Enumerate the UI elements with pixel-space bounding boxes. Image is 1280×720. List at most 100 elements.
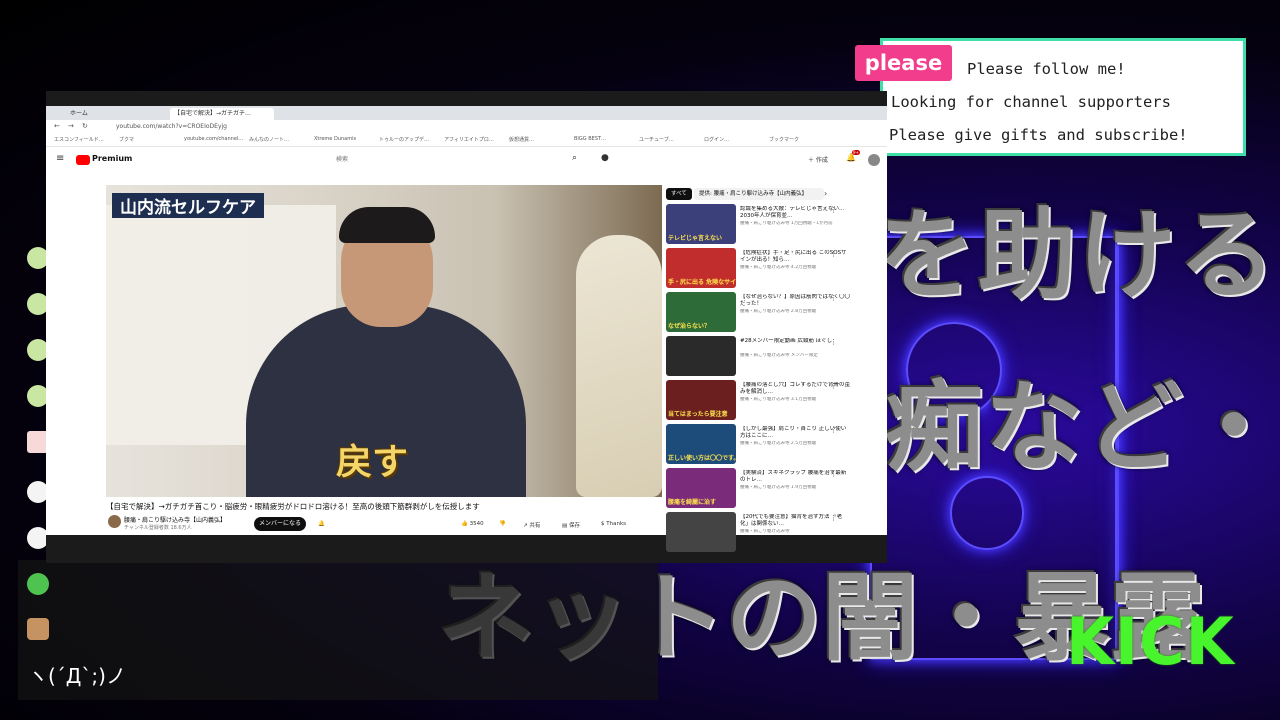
chip-all[interactable]: すべて xyxy=(666,188,692,200)
more-options-icon[interactable]: ⋮ xyxy=(830,382,837,390)
address-bar[interactable]: ← → ↻ youtube.com/watch?v=CROEIoDEyjg xyxy=(46,120,887,134)
bookmark-item[interactable]: 仮想通貨… xyxy=(509,136,534,143)
save-button[interactable]: ▤ 保存 xyxy=(562,521,580,529)
kick-logo: KICK xyxy=(1066,603,1235,680)
chevron-right-icon[interactable]: › xyxy=(824,189,827,198)
background-text-1: を助ける xyxy=(878,199,1279,313)
recommendation-thumbnail[interactable]: 当てはまったら要注意 xyxy=(666,380,736,420)
recommendation-item[interactable]: 腰痛を綺麗に治す 【実験済】スキネクラップ 腰痛を治す最新のトレ… 腰痛・肩こり駆け… xyxy=(666,468,881,510)
frog-emote-icon xyxy=(27,573,49,595)
dislike-icon[interactable]: 👎 xyxy=(499,521,506,527)
recommendation-meta: 腰痛・肩こり駆け込み寺 xyxy=(740,529,790,534)
forward-icon[interactable]: → xyxy=(68,122,74,130)
follow-line-1: Please follow me! xyxy=(967,60,1126,78)
person-hair xyxy=(339,207,435,243)
youtube-header: ≡ Premium 検索 ⌕ ● ＋ 作成 🔔 9+ xyxy=(46,147,887,175)
youtube-logo-icon[interactable] xyxy=(76,155,90,165)
recommendation-thumbnail[interactable]: 正しい使い方は〇〇です。 xyxy=(666,424,736,464)
recommendation-meta: 腰痛・肩こり駆け込み寺 2.5万回視聴 xyxy=(740,441,817,446)
recommendation-thumbnail[interactable]: 手・尻に出る 危険なサイン xyxy=(666,248,736,288)
back-icon[interactable]: ← xyxy=(54,122,60,130)
thumbnail-text: なぜ治らない？ xyxy=(668,323,711,330)
recommendation-item[interactable]: なぜ治らない？ 【なぜ治らない？】原因は筋肉ではなく〇〇だった！ 腰痛・肩こり駆け込… xyxy=(666,292,881,334)
reload-icon[interactable]: ↻ xyxy=(82,122,88,130)
create-button[interactable]: ＋ 作成 xyxy=(808,155,828,164)
recommendation-item[interactable]: 手・尻に出る 危険なサイン 【危険症状】手・足・尻に出る このSOSサインが出る！… xyxy=(666,248,881,290)
stream-canvas: を助ける 痴など・・・ ネットの闇・暴露 ヽ(´Д`;)ノ please Ple… xyxy=(0,0,1280,720)
follow-line-3: Please give gifts and subscribe! xyxy=(889,126,1188,144)
youtube-watch-page: 山内流セルフケア 戻す 【自宅で解決】→ガチガチ首こり・脳疲労・眼精疲労がドロド… xyxy=(46,175,887,552)
tab-video[interactable]: 【自宅で解決】→ガチガチ… xyxy=(170,108,274,120)
thumbnail-text: 腰痛を綺麗に治す xyxy=(668,499,717,506)
join-membership-button[interactable]: メンバーになる xyxy=(254,517,306,531)
video-title: 【自宅で解決】→ガチガチ首こり・脳疲労・眼精疲労がドロドロ溶ける！至高の後頭下筋… xyxy=(106,502,480,511)
recommendation-thumbnail[interactable]: なぜ治らない？ xyxy=(666,292,736,332)
bookmark-item[interactable]: BIGG BEST… xyxy=(574,136,606,142)
recommendation-item[interactable]: 当てはまったら要注意 【腰痛の落とし穴】コレするだけで背骨の歪みを解消し… 腰痛・肩… xyxy=(666,380,881,422)
chip-channel[interactable]: 提供: 腰痛・肩こり駆け込み寺【山内義弘】 xyxy=(694,188,824,200)
bookmark-item[interactable]: みんなのノート… xyxy=(249,136,289,143)
recommendation-meta: 腰痛・肩こり駆け込み寺 3.1万回視聴 xyxy=(740,397,817,402)
recommendation-thumbnail[interactable] xyxy=(666,512,736,552)
bookmark-item[interactable]: youtube.com/channel… xyxy=(184,136,243,142)
bookmark-item[interactable]: ログイン… xyxy=(704,136,729,143)
bookmark-item[interactable]: ユーチューブ… xyxy=(639,136,674,143)
bookmark-item[interactable]: ブクマ xyxy=(119,136,134,143)
more-options-icon[interactable]: ⋮ xyxy=(830,250,837,258)
thumbnail-text: 当てはまったら要注意 xyxy=(668,411,728,418)
more-options-icon[interactable]: ⋮ xyxy=(830,514,837,522)
recommendation-meta: 腰痛・肩こり駆け込み寺 4.2万回視聴 xyxy=(740,265,817,270)
recommendation-thumbnail[interactable] xyxy=(666,336,736,376)
video-player[interactable]: 山内流セルフケア 戻す xyxy=(106,185,662,497)
more-options-icon[interactable]: ⋮ xyxy=(830,470,837,478)
recommendation-meta: 腰痛・肩こり駆け込み寺 1万回視聴・1か月前 xyxy=(740,221,833,226)
bookmark-item[interactable]: ブックマーク xyxy=(769,136,799,143)
recommendation-meta: 腰痛・肩こり駆け込み寺 2.8万回視聴 xyxy=(740,309,817,314)
background-text-2: 痴など・・・ xyxy=(885,371,1280,485)
bookmark-item[interactable]: アフィリエイトプロ… xyxy=(444,136,494,143)
browser-window: ホーム 【自宅で解決】→ガチガチ… ← → ↻ youtube.com/watc… xyxy=(46,91,887,563)
recommendation-thumbnail[interactable]: テレビじゃ言えない xyxy=(666,204,736,244)
menu-icon[interactable]: ≡ xyxy=(56,153,64,164)
bookmark-item[interactable]: エスコンフィールド… xyxy=(54,136,104,143)
more-options-icon[interactable]: ⋮ xyxy=(830,206,837,214)
share-button[interactable]: ↗ 共有 xyxy=(523,521,540,529)
recommendation-item[interactable]: #28メンバー限定動画 広頸筋 ほぐし 腰痛・肩こり駆け込み寺 メンバー限定 ⋮ xyxy=(666,336,881,378)
notification-badge: 9+ xyxy=(852,150,860,155)
bookmark-item[interactable]: トゥルーのアップデ… xyxy=(379,136,429,143)
subscriber-count: チャンネル登録者数 18.6万人 xyxy=(124,525,192,531)
bookmark-item[interactable]: Xtreme Dunamis xyxy=(314,136,356,142)
recommendation-item[interactable]: 正しい使い方は〇〇です。 【しかし最強】肩こり・首こり 正しい使い方はここに… 腰痛… xyxy=(666,424,881,466)
thumbnail-text: 正しい使い方は〇〇です。 xyxy=(668,455,736,462)
channel-name[interactable]: 腰痛・肩こり駆け込み寺【山内義弘】 xyxy=(124,515,226,524)
recommendation-meta: 腰痛・肩こり駆け込み寺 1.9万回視聴 xyxy=(740,485,817,490)
search-icon[interactable]: ⌕ xyxy=(572,153,577,163)
channel-avatar[interactable] xyxy=(108,515,121,528)
bell-icon[interactable]: 🔔 xyxy=(318,521,325,527)
tab-home[interactable]: ホーム xyxy=(70,108,150,120)
bookmarks-bar: エスコンフィールド… ブクマ youtube.com/channel… みんなのノート… xyxy=(46,134,887,147)
youtube-premium-label[interactable]: Premium xyxy=(92,154,132,163)
video-overlay-title: 山内流セルフケア xyxy=(112,193,264,218)
recommendation-thumbnail[interactable]: 腰痛を綺麗に治す xyxy=(666,468,736,508)
recommendation-sidebar: すべて 提供: 腰痛・肩こり駆け込み寺【山内義弘】 › テレビじゃ言えない 認識を… xyxy=(666,175,887,552)
thumbnail-text: テレビじゃ言えない xyxy=(668,235,723,242)
like-button[interactable]: 👍 3540 xyxy=(461,521,484,527)
recommendation-item[interactable]: 【20代でも要注意】猫背を治す方法 「老化」は関係ない… 腰痛・肩こり駆け込み寺 ⋮ xyxy=(666,512,881,554)
recommendation-meta: 腰痛・肩こり駆け込み寺 メンバー限定 xyxy=(740,353,818,358)
mic-icon[interactable]: ● xyxy=(601,153,609,163)
tab-bar: ホーム 【自宅で解決】→ガチガチ… xyxy=(46,106,887,120)
chat-kaomoji: ヽ(´Д`;)ノ xyxy=(28,664,126,688)
recommendation-item[interactable]: テレビじゃ言えない 認識を集める大敵：テレビじゃ言えない…2030年人が保育並… 腰… xyxy=(666,204,881,246)
avatar[interactable] xyxy=(868,154,880,166)
more-options-icon[interactable]: ⋮ xyxy=(830,338,837,346)
search-input[interactable]: 検索 xyxy=(336,154,566,168)
thumbnail-text: 手・尻に出る 危険なサイン xyxy=(668,279,736,286)
more-options-icon[interactable]: ⋮ xyxy=(830,426,837,434)
video-caption: 戻す xyxy=(336,441,409,483)
url-text[interactable]: youtube.com/watch?v=CROEIoDEyjg xyxy=(116,123,227,130)
skeleton xyxy=(576,235,662,497)
thanks-button[interactable]: $ Thanks xyxy=(601,521,626,527)
more-options-icon[interactable]: ⋮ xyxy=(830,294,837,302)
please-badge: please xyxy=(855,45,952,81)
